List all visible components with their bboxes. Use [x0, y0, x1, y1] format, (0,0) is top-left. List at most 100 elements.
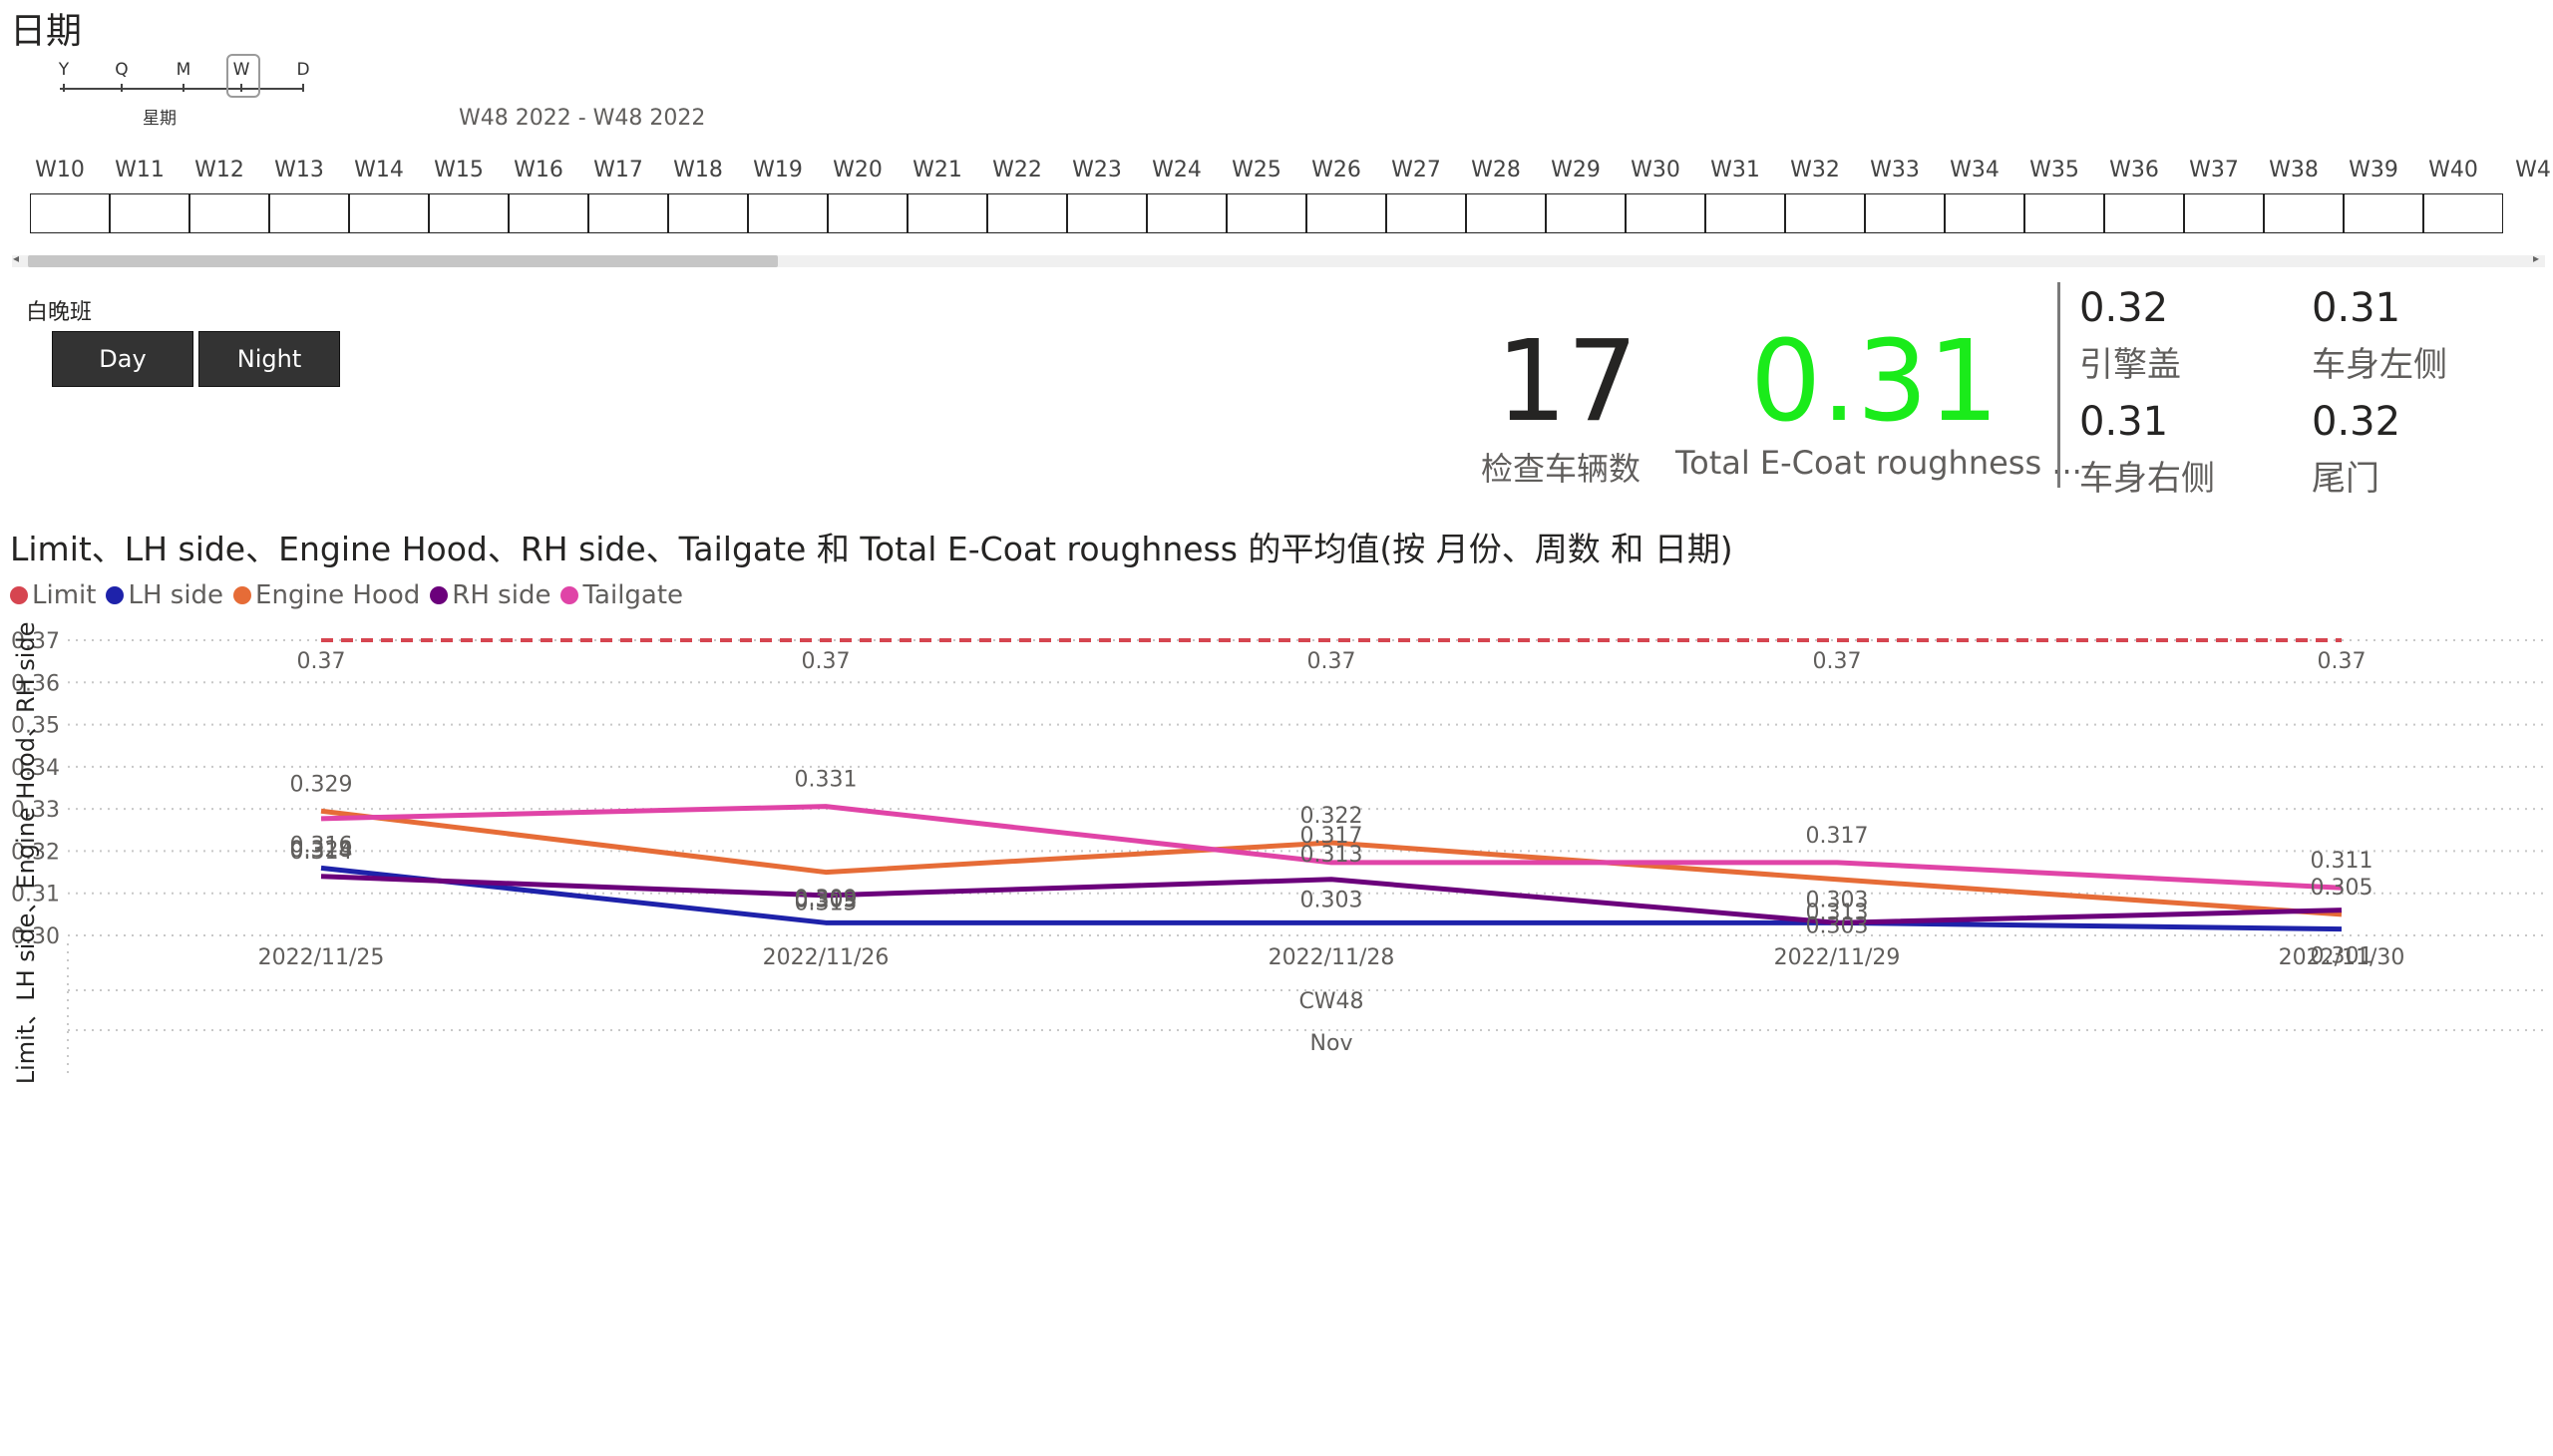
week-label: W32 — [1790, 158, 1840, 182]
week-label: W33 — [1870, 158, 1920, 182]
data-label: 0.37 — [1307, 649, 1356, 674]
week-cell-w19[interactable] — [748, 193, 828, 233]
data-label: 0.329 — [290, 772, 353, 797]
shift-day-button[interactable]: Day — [52, 331, 193, 387]
shift-slicer-title: 白晚班 — [26, 300, 93, 325]
granularity-tick — [182, 84, 184, 92]
data-label: 0.328 — [290, 838, 353, 863]
week-cell-w29[interactable] — [1546, 193, 1626, 233]
week-cell-w33[interactable] — [1865, 193, 1945, 233]
granularity-label: 星期 — [143, 109, 177, 129]
x-tick-label: 2022/11/26 — [763, 945, 890, 970]
legend-item[interactable]: RH side — [430, 580, 550, 610]
week-cell-w18[interactable] — [668, 193, 748, 233]
week-cell-w23[interactable] — [1067, 193, 1147, 233]
granularity-tick — [63, 84, 65, 92]
week-cell-w39[interactable] — [2344, 193, 2423, 233]
week-cell-w27[interactable] — [1386, 193, 1466, 233]
week-cell-w21[interactable] — [908, 193, 987, 233]
week-cell-w24[interactable] — [1147, 193, 1227, 233]
week-label: W37 — [2189, 158, 2239, 182]
legend-label: LH side — [128, 580, 224, 610]
week-cell-w31[interactable] — [1705, 193, 1785, 233]
legend-dot-icon — [560, 586, 579, 604]
legend-dot-icon — [233, 586, 252, 604]
week-cell-w37[interactable] — [2184, 193, 2264, 233]
week-label: W35 — [2029, 158, 2079, 182]
date-slicer-title: 日期 — [10, 11, 83, 52]
legend-label: Engine Hood — [255, 580, 421, 610]
data-label: 0.305 — [2311, 876, 2373, 901]
granularity-tick — [302, 84, 304, 92]
lh-side-value: 0.31 — [2312, 285, 2401, 331]
date-range-label: W48 2022 - W48 2022 — [459, 106, 706, 131]
week-label: W17 — [593, 158, 643, 182]
granularity-tick — [121, 84, 123, 92]
granularity-option-q[interactable]: Q — [115, 60, 128, 80]
week-cell-w10[interactable] — [30, 193, 110, 233]
week-label: W30 — [1631, 158, 1680, 182]
week-timeline[interactable]: W10 W11 W12 W13 W14 W15 W16 W17 W18 W19 W20 W21 W22 W… — [30, 158, 2553, 237]
x-group-month-label: Nov — [1310, 1031, 1353, 1056]
legend-item[interactable]: LH side — [106, 580, 223, 610]
week-cell-w15[interactable] — [429, 193, 509, 233]
week-cell-w38[interactable] — [2264, 193, 2344, 233]
week-cell-w25[interactable] — [1227, 193, 1306, 233]
legend-item[interactable]: Engine Hood — [233, 580, 420, 610]
granularity-option-y[interactable]: Y — [59, 60, 69, 80]
engine-hood-value: 0.32 — [2079, 285, 2169, 331]
week-cell-w13[interactable] — [269, 193, 349, 233]
week-cell-w30[interactable] — [1626, 193, 1705, 233]
x-tick-label: 2022/11/29 — [1774, 945, 1901, 970]
week-label: W4 — [2515, 158, 2551, 182]
data-label: 0.37 — [1813, 649, 1862, 674]
week-cell-w34[interactable] — [1945, 193, 2024, 233]
legend-item[interactable]: Limit — [10, 580, 96, 610]
week-cell-w12[interactable] — [189, 193, 269, 233]
week-label: W20 — [833, 158, 883, 182]
granularity-selector[interactable]: 星期 Y Q M W D — [50, 54, 319, 130]
data-label: 0.37 — [802, 649, 851, 674]
legend-dot-icon — [10, 586, 28, 604]
week-label: W10 — [35, 158, 85, 182]
engine-hood-label: 引擎盖 — [2079, 345, 2181, 385]
chart-legend: Limit LH side Engine Hood RH side Tailgate — [10, 578, 693, 612]
week-label: W29 — [1551, 158, 1601, 182]
week-label: W24 — [1152, 158, 1202, 182]
week-cell-w16[interactable] — [509, 193, 588, 233]
week-cell-w26[interactable] — [1306, 193, 1386, 233]
week-cell-w35[interactable] — [2024, 193, 2104, 233]
week-cell-w28[interactable] — [1466, 193, 1546, 233]
granularity-option-d[interactable]: D — [296, 60, 309, 80]
week-cell-w40[interactable] — [2423, 193, 2503, 233]
week-label: W14 — [354, 158, 404, 182]
scroll-right-icon[interactable]: ▸ — [2533, 251, 2539, 265]
week-cell-w36[interactable] — [2104, 193, 2184, 233]
week-label: W25 — [1232, 158, 1281, 182]
week-cell-w17[interactable] — [588, 193, 668, 233]
granularity-option-m[interactable]: M — [177, 60, 191, 80]
x-tick-label: 2022/11/30 — [2279, 945, 2405, 970]
rh-side-label: 车身右侧 — [2079, 459, 2215, 499]
timeline-scroll-thumb[interactable] — [28, 255, 778, 267]
week-label: W19 — [753, 158, 803, 182]
legend-label: RH side — [452, 580, 551, 610]
granularity-option-w[interactable]: W — [233, 60, 250, 80]
week-label: W28 — [1471, 158, 1521, 182]
lh-side-label: 车身左侧 — [2312, 345, 2447, 385]
scroll-left-icon[interactable]: ◂ — [13, 251, 19, 265]
week-cell-w32[interactable] — [1785, 193, 1865, 233]
total-roughness-value: 0.31 — [1750, 317, 2000, 447]
week-cell-w22[interactable] — [987, 193, 1067, 233]
week-label: W16 — [514, 158, 563, 182]
kpi-divider — [2057, 282, 2060, 488]
week-cell-w14[interactable] — [349, 193, 429, 233]
tailgate-value: 0.32 — [2312, 399, 2401, 445]
granularity-track — [60, 88, 303, 90]
week-cell-w20[interactable] — [828, 193, 908, 233]
legend-item[interactable]: Tailgate — [560, 580, 683, 610]
shift-night-button[interactable]: Night — [198, 331, 340, 387]
week-label: W31 — [1710, 158, 1760, 182]
week-cell-w11[interactable] — [110, 193, 189, 233]
data-label: 0.311 — [2311, 849, 2373, 874]
